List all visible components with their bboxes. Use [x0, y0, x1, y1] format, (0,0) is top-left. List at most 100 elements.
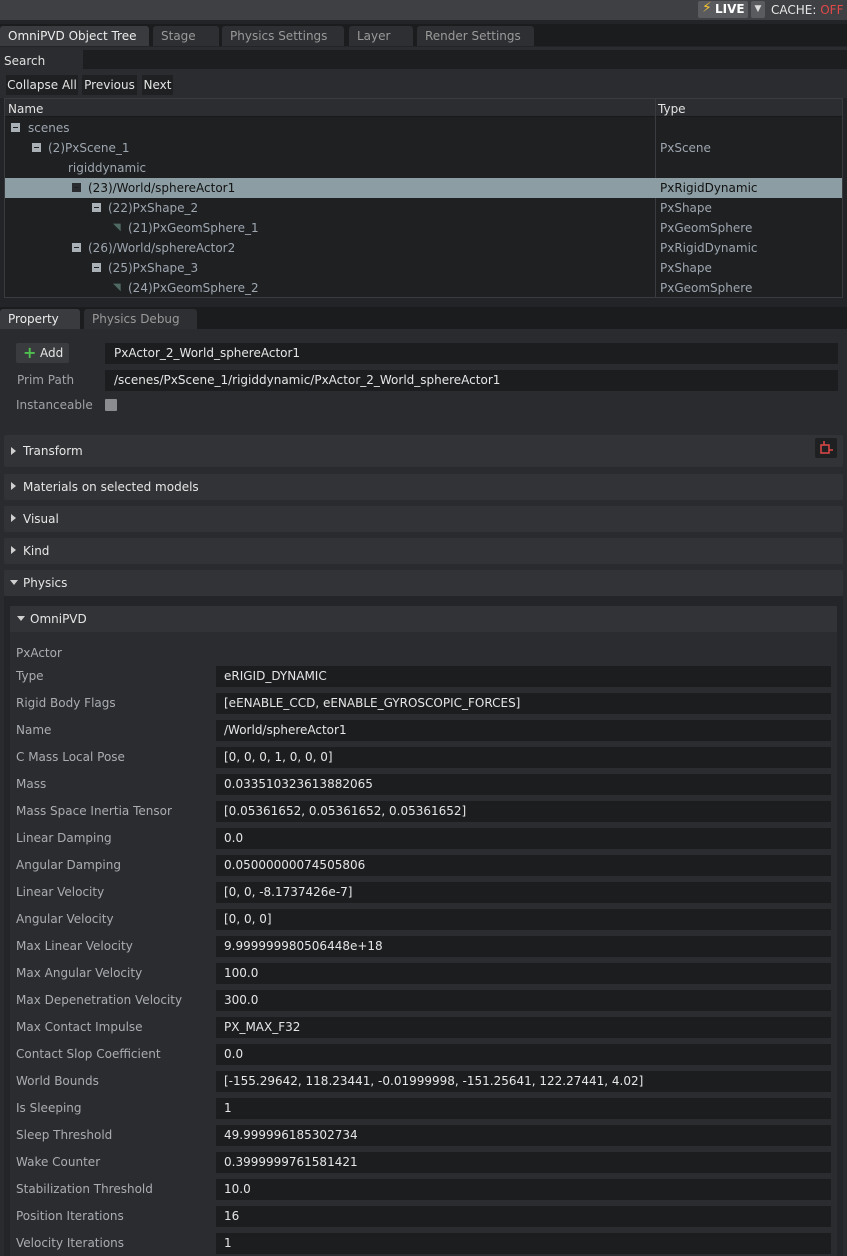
tree-row-name: (21)PxGeomSphere_1 — [128, 221, 259, 235]
instanceable-checkbox[interactable] — [105, 399, 117, 411]
section-title: Visual — [23, 512, 59, 526]
tree-row-type: PxGeomSphere — [660, 281, 753, 295]
collapse-icon[interactable] — [11, 123, 20, 132]
tree-row[interactable]: (25)PxShape_3 PxShape — [5, 258, 842, 278]
section-kind[interactable]: Kind — [4, 538, 843, 564]
omnipvd-section: OmniPVD PxActor Type eRIGID_DYNAMIC Rigid … — [10, 606, 837, 1256]
property-value-field[interactable]: [0.05361652, 0.05361652, 0.05361652] — [216, 801, 831, 822]
property-value-field[interactable]: [eENABLE_CCD, eENABLE_GYROSCOPIC_FORCES] — [216, 693, 831, 714]
prim-name-field[interactable]: PxActor_2_World_sphereActor1 — [105, 343, 838, 364]
leaf-node-icon: ◥ — [113, 282, 121, 293]
tree-row[interactable]: rigiddynamic — [5, 158, 842, 178]
live-button[interactable]: ⚡ LIVE — [698, 0, 748, 18]
tree-row[interactable]: (2)PxScene_1 PxScene — [5, 138, 842, 158]
tree-row[interactable]: scenes — [5, 118, 842, 138]
property-label: Velocity Iterations — [16, 1236, 125, 1250]
property-value-field[interactable]: 0.05000000074505806 — [216, 855, 831, 876]
property-value-field[interactable]: 0.033510323613882065 — [216, 774, 831, 795]
collapse-all-button[interactable]: Collapse All — [6, 75, 78, 95]
section-title: OmniPVD — [30, 612, 87, 626]
property-value-field[interactable]: [0, 0, 0] — [216, 909, 831, 930]
tree-row[interactable]: ◥ (21)PxGeomSphere_1 PxGeomSphere — [5, 218, 842, 238]
next-button[interactable]: Next — [142, 75, 173, 95]
property-value-field[interactable]: 0.0 — [216, 828, 831, 849]
property-value-field[interactable]: [-155.29642, 118.23441, -0.01999998, -15… — [216, 1071, 831, 1092]
collapse-arrow-icon — [10, 580, 18, 585]
property-value-field[interactable]: [0, 0, -8.1737426e-7] — [216, 882, 831, 903]
add-button[interactable]: + Add — [16, 343, 69, 363]
section-physics[interactable]: Physics — [4, 570, 843, 596]
property-value-field[interactable]: 49.999996185302734 — [216, 1125, 831, 1146]
cache-status[interactable]: CACHE: OFF — [771, 3, 843, 17]
property-value-field[interactable]: 9.999999980506448e+18 — [216, 936, 831, 957]
tab-property[interactable]: Property — [0, 309, 80, 329]
property-value-field[interactable]: 0.3999999761581421 — [216, 1152, 831, 1173]
previous-button[interactable]: Previous — [82, 75, 137, 95]
section-visual[interactable]: Visual — [4, 506, 843, 532]
collapse-icon[interactable] — [72, 183, 81, 192]
property-label: Mass — [16, 777, 47, 791]
tree-row-name: (25)PxShape_3 — [108, 261, 199, 275]
tab-omnipvd-object-tree[interactable]: OmniPVD Object Tree — [0, 26, 149, 46]
property-value-field[interactable]: 300.0 — [216, 990, 831, 1011]
tree-row-type: PxScene — [660, 141, 711, 155]
collapse-icon[interactable] — [92, 203, 101, 212]
collapse-icon[interactable] — [32, 143, 41, 152]
transform-gizmo-icon[interactable] — [815, 438, 837, 458]
object-tree: Name Type scenes (2)PxScene_1 PxScene ri… — [4, 98, 843, 298]
property-label: Max Depenetration Velocity — [16, 993, 183, 1007]
property-value-field[interactable]: 100.0 — [216, 963, 831, 984]
property-value-field[interactable]: eRIGID_DYNAMIC — [216, 666, 831, 687]
section-title: Physics — [23, 576, 68, 590]
column-header-type[interactable]: Type — [658, 102, 686, 116]
property-value-field[interactable]: 1 — [216, 1233, 831, 1254]
property-value-field[interactable]: 0.0 — [216, 1044, 831, 1065]
tab-layer[interactable]: Layer — [349, 26, 413, 46]
tree-row[interactable]: (26)/World/sphereActor2 PxRigidDynamic — [5, 238, 842, 258]
search-input[interactable] — [83, 50, 847, 69]
prim-path-field[interactable]: /scenes/PxScene_1/rigiddynamic/PxActor_2… — [105, 370, 838, 391]
tree-row-selected[interactable]: (23)/World/sphereActor1 PxRigidDynamic — [5, 178, 842, 198]
physics-section-body: OmniPVD PxActor Type eRIGID_DYNAMIC Rigid … — [4, 596, 843, 1256]
tree-row[interactable]: ◥ (24)PxGeomSphere_2 PxGeomSphere — [5, 278, 842, 297]
property-panel: + Add PxActor_2_World_sphereActor1 Prim … — [0, 329, 847, 1256]
expand-arrow-icon — [11, 482, 16, 490]
tree-row-type: PxShape — [660, 201, 712, 215]
tree-header: Name Type — [5, 99, 842, 117]
tab-stage[interactable]: Stage — [153, 26, 219, 46]
tree-row-name: rigiddynamic — [68, 161, 147, 175]
property-value-field[interactable]: /World/sphereActor1 — [216, 720, 831, 741]
property-label: Max Linear Velocity — [16, 939, 133, 953]
section-omnipvd[interactable]: OmniPVD — [10, 606, 837, 632]
property-value-field[interactable]: [0, 0, 0, 1, 0, 0, 0] — [216, 747, 831, 768]
property-value-field[interactable]: 16 — [216, 1206, 831, 1227]
section-transform[interactable]: Transform — [4, 435, 843, 467]
chevron-down-icon[interactable]: ▼ — [751, 1, 765, 18]
top-status-bar: ⚡ LIVE ▼ CACHE: OFF — [0, 0, 847, 20]
tree-row-type: PxRigidDynamic — [660, 181, 758, 195]
tree-row-name: (26)/World/sphereActor2 — [88, 241, 236, 255]
collapse-icon[interactable] — [72, 243, 81, 252]
tab-physics-settings[interactable]: Physics Settings — [222, 26, 344, 46]
column-header-name[interactable]: Name — [8, 102, 43, 116]
tree-row[interactable]: (22)PxShape_2 PxShape — [5, 198, 842, 218]
property-label: Position Iterations — [16, 1209, 124, 1223]
section-title: Kind — [23, 544, 50, 558]
section-title: Transform — [23, 444, 83, 458]
collapse-icon[interactable] — [92, 263, 101, 272]
tree-row-type: PxGeomSphere — [660, 221, 753, 235]
search-bar: Search — [0, 47, 847, 71]
tab-physics-debug[interactable]: Physics Debug — [84, 309, 197, 329]
property-label: World Bounds — [16, 1074, 99, 1088]
tree-row-type: PxShape — [660, 261, 712, 275]
tree-row-name: (2)PxScene_1 — [48, 141, 130, 155]
cache-label: CACHE: — [771, 3, 817, 17]
collapse-arrow-icon — [17, 616, 25, 621]
property-value-field[interactable]: PX_MAX_F32 — [216, 1017, 831, 1038]
prim-path-label: Prim Path — [17, 373, 75, 387]
property-value-field[interactable]: 1 — [216, 1098, 831, 1119]
property-label: Stabilization Threshold — [16, 1182, 153, 1196]
section-materials[interactable]: Materials on selected models — [4, 474, 843, 500]
tab-render-settings[interactable]: Render Settings — [417, 26, 534, 46]
property-value-field[interactable]: 10.0 — [216, 1179, 831, 1200]
